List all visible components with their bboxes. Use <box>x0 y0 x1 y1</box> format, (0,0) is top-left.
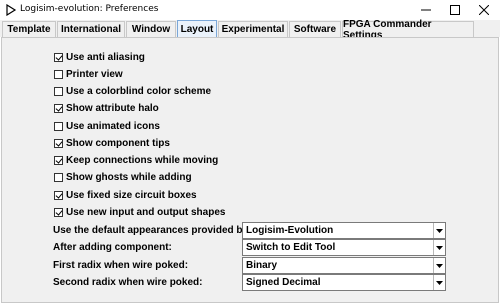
minimize-button[interactable] <box>412 0 440 20</box>
option-keep-connections[interactable]: Keep connections while moving <box>54 153 218 167</box>
select-value: Signed Decimal <box>246 277 321 288</box>
checkbox[interactable] <box>54 103 63 113</box>
app-icon <box>6 4 17 16</box>
option-label: Use anti aliasing <box>66 51 145 63</box>
option-label: Show component tips <box>66 137 170 149</box>
option-fixed-size-boxes[interactable]: Use fixed size circuit boxes <box>54 188 197 202</box>
option-label: Use a colorblind color scheme <box>66 85 212 97</box>
option-attribute-halo[interactable]: Show attribute halo <box>54 101 159 115</box>
chevron-down-icon[interactable] <box>433 223 445 238</box>
tab-software[interactable]: Software <box>289 21 341 37</box>
checkbox[interactable] <box>54 52 63 62</box>
second-radix-select[interactable]: Signed Decimal <box>242 274 446 291</box>
checkbox[interactable] <box>54 69 63 79</box>
tab-international[interactable]: International <box>57 21 125 37</box>
chevron-down-icon[interactable] <box>433 258 445 273</box>
option-label: Keep connections while moving <box>66 154 219 166</box>
tab-label: Experimental <box>221 24 285 35</box>
checkbox[interactable] <box>54 207 63 217</box>
appearance-select[interactable]: Logisim-Evolution <box>242 222 446 239</box>
checkbox[interactable] <box>54 138 63 148</box>
after-adding-select[interactable]: Switch to Edit Tool <box>242 239 446 256</box>
option-show-ghosts[interactable]: Show ghosts while adding <box>54 170 192 184</box>
option-label: Use animated icons <box>66 120 160 132</box>
first-radix-label: First radix when wire poked: <box>53 259 189 271</box>
checkbox[interactable] <box>54 155 63 165</box>
option-new-io-shapes[interactable]: Use new input and output shapes <box>54 205 225 219</box>
select-value: Switch to Edit Tool <box>246 242 336 253</box>
title-bar: Logisim-evolution: Preferences <box>0 0 500 20</box>
tab-label: International <box>60 24 121 35</box>
chevron-down-icon[interactable] <box>433 240 445 255</box>
tab-label: Template <box>7 24 51 35</box>
checkbox[interactable] <box>54 121 63 131</box>
tab-label: Software <box>293 24 337 35</box>
second-radix-label: Second radix when wire poked: <box>53 276 203 288</box>
appearance-label: Use the default appearances provided by: <box>53 224 252 236</box>
option-component-tips[interactable]: Show component tips <box>54 136 170 150</box>
checkbox[interactable] <box>54 190 63 200</box>
option-colorblind-scheme[interactable]: Use a colorblind color scheme <box>54 84 211 98</box>
option-label: Show ghosts while adding <box>66 171 192 183</box>
tab-experimental[interactable]: Experimental <box>218 21 288 37</box>
maximize-button[interactable] <box>441 0 469 20</box>
option-label: Printer view <box>66 68 123 80</box>
option-printer-view[interactable]: Printer view <box>54 67 123 81</box>
select-value: Binary <box>246 260 278 271</box>
select-value: Logisim-Evolution <box>246 225 334 236</box>
first-radix-select[interactable]: Binary <box>242 257 446 274</box>
tab-fpga-commander-settings[interactable]: FPGA Commander Settings <box>342 19 474 41</box>
window-title: Logisim-evolution: Preferences <box>20 4 159 14</box>
option-label: Use fixed size circuit boxes <box>66 189 197 201</box>
checkbox[interactable] <box>54 172 63 182</box>
option-animated-icons[interactable]: Use animated icons <box>54 119 160 133</box>
minimize-icon <box>421 9 431 11</box>
tab-layout[interactable]: Layout <box>177 20 217 38</box>
after-adding-label: After adding component: <box>53 241 172 253</box>
chevron-down-icon[interactable] <box>433 275 445 290</box>
option-label: Use new input and output shapes <box>66 206 226 218</box>
maximize-icon <box>450 5 460 15</box>
tab-template[interactable]: Template <box>2 21 56 37</box>
option-anti-aliasing[interactable]: Use anti aliasing <box>54 50 145 64</box>
close-icon <box>479 5 489 15</box>
close-button[interactable] <box>470 0 498 20</box>
checkbox[interactable] <box>54 86 63 96</box>
tab-label: Layout <box>180 24 214 35</box>
option-label: Show attribute halo <box>66 102 159 114</box>
tab-window[interactable]: Window <box>126 21 176 37</box>
tab-label: Window <box>131 24 171 35</box>
